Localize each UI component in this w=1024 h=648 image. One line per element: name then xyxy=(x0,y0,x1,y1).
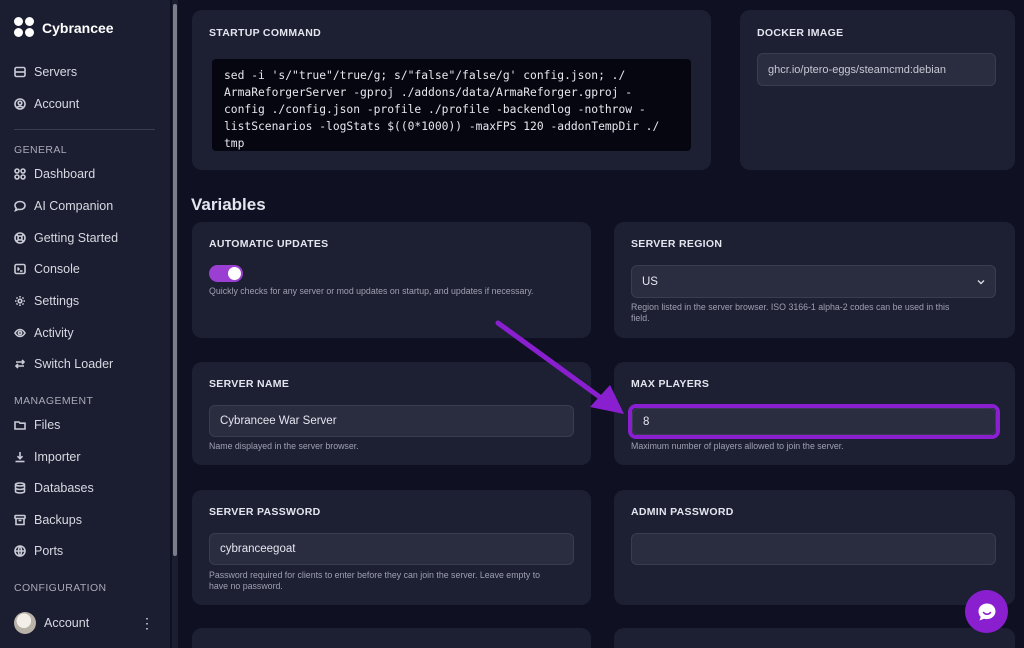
server-region-hint-line1: Region listed in the server browser. ISO… xyxy=(631,302,950,312)
automatic-updates-hint: Quickly checks for any server or mod upd… xyxy=(209,286,534,296)
sidebar-scrollbar[interactable] xyxy=(172,0,178,648)
sidebar-item-ports[interactable]: Ports xyxy=(14,541,63,561)
variables-heading: Variables xyxy=(191,195,266,214)
docker-image-value: ghcr.io/ptero-eggs/steamcmd:debian xyxy=(768,63,946,76)
archive-icon xyxy=(14,514,26,526)
sidebar-item-label: Ports xyxy=(34,544,64,558)
lifebuoy-icon xyxy=(14,232,26,244)
sidebar-item-label: Importer xyxy=(34,450,81,464)
terminal-icon xyxy=(14,263,26,275)
sidebar-item-label: Files xyxy=(34,418,61,432)
server-password-hint-line1: Password required for clients to enter b… xyxy=(209,570,541,580)
sidebar-item-label: Dashboard xyxy=(34,167,96,181)
gear-icon xyxy=(15,296,25,306)
startup-command-code: sed -i 's/"true"/true/g; s/"false"/false… xyxy=(212,59,691,151)
annotation-arrow-icon xyxy=(495,320,624,414)
database-icon xyxy=(14,482,26,494)
automatic-updates-title: AUTOMATIC UPDATES xyxy=(209,238,329,250)
server-password-value: cybranceegoat xyxy=(220,543,296,555)
download-icon xyxy=(15,452,25,463)
server-region-select[interactable]: US xyxy=(631,265,996,298)
scenario-card xyxy=(192,628,591,648)
sidebar-item-files[interactable]: Files xyxy=(14,415,60,435)
sidebar-item-label: Activity xyxy=(34,326,74,340)
more-options-icon[interactable]: ⋮ xyxy=(140,616,154,630)
docker-image-field[interactable]: ghcr.io/ptero-eggs/steamcmd:debian xyxy=(757,53,996,86)
sidebar-item-label: AI Companion xyxy=(34,199,114,213)
sidebar-item-label: Settings xyxy=(34,294,80,308)
sidebar-item-label: Getting Started xyxy=(34,231,119,245)
sidebar-item-label: Switch Loader xyxy=(34,357,114,371)
code-line: listScenarios -logStats $((0*1000)) -max… xyxy=(224,120,660,133)
auto-join-card xyxy=(614,628,1015,648)
avatar xyxy=(14,612,36,634)
server-password-hint-line2: have no password. xyxy=(209,581,283,591)
sidebar-item-label: Backups xyxy=(34,513,82,527)
brand-logo[interactable]: Cybrancee xyxy=(14,17,114,39)
chevron-down-icon xyxy=(977,279,985,284)
brand-name: Cybrancee xyxy=(42,20,114,36)
sidebar-item-databases[interactable]: Databases xyxy=(14,478,94,498)
chat-bubble-icon xyxy=(14,200,26,212)
section-label-configuration: CONFIGURATION xyxy=(14,582,107,594)
code-line: config ./config.json -profile ./profile … xyxy=(224,103,646,116)
dashboard-icon xyxy=(14,168,26,180)
server-icon xyxy=(14,66,26,78)
section-label-management: MANAGEMENT xyxy=(14,395,94,407)
logo-icon xyxy=(14,17,36,39)
max-players-hint: Maximum number of players allowed to joi… xyxy=(631,441,844,451)
sidebar-item-ai-companion[interactable]: AI Companion xyxy=(14,196,113,216)
account-label: Account xyxy=(44,616,90,630)
sidebar-item-servers[interactable]: Servers xyxy=(14,62,77,82)
sidebar-divider xyxy=(14,129,155,130)
startup-command-title: STARTUP COMMAND xyxy=(209,27,322,39)
server-password-input[interactable]: cybranceegoat xyxy=(209,533,574,565)
server-name-hint: Name displayed in the server browser. xyxy=(209,441,359,451)
sidebar-item-activity[interactable]: Activity xyxy=(14,323,74,343)
sidebar-item-getting-started[interactable]: Getting Started xyxy=(14,228,118,248)
switch-arrows-icon xyxy=(14,359,26,369)
server-name-value: Cybrancee War Server xyxy=(220,415,337,427)
account-menu[interactable]: Account xyxy=(14,612,154,634)
server-region-value: US xyxy=(642,275,658,288)
server-region-hint-line2: field. xyxy=(631,313,650,323)
server-name-title: SERVER NAME xyxy=(209,378,290,390)
sidebar-item-settings[interactable]: Settings xyxy=(14,291,79,311)
sidebar-item-importer[interactable]: Importer xyxy=(14,447,81,467)
code-line: sed -i 's/"true"/true/g; s/"false"/false… xyxy=(224,69,626,82)
code-line: tmp xyxy=(224,137,245,150)
account-icon xyxy=(14,98,26,110)
server-region-title: SERVER REGION xyxy=(631,238,723,250)
sidebar-item-account[interactable]: Account xyxy=(14,94,79,114)
sidebar-item-label: Account xyxy=(34,97,80,111)
highlight-box xyxy=(628,404,1000,439)
max-players-title: MAX PLAYERS xyxy=(631,378,710,390)
chat-icon xyxy=(978,603,995,620)
sidebar-item-backups[interactable]: Backups xyxy=(14,510,82,530)
globe-icon xyxy=(14,545,26,557)
eye-icon xyxy=(14,328,26,338)
sidebar-item-dashboard[interactable]: Dashboard xyxy=(14,164,95,184)
section-label-general: GENERAL xyxy=(14,144,67,156)
sidebar-item-label: Servers xyxy=(34,65,78,79)
sidebar-item-label: Databases xyxy=(34,481,94,495)
admin-password-input[interactable] xyxy=(631,533,996,565)
sidebar-item-switch-loader[interactable]: Switch Loader xyxy=(14,354,113,374)
support-chat-button[interactable] xyxy=(965,590,1008,633)
code-line: ArmaReforgerServer -gproj ./addons/data/… xyxy=(224,86,633,99)
admin-password-title: ADMIN PASSWORD xyxy=(631,506,734,518)
files-icon xyxy=(14,421,26,430)
automatic-updates-toggle[interactable] xyxy=(209,265,243,282)
server-password-title: SERVER PASSWORD xyxy=(209,506,321,518)
sidebar-item-console[interactable]: Console xyxy=(14,259,80,279)
sidebar-item-label: Console xyxy=(34,262,80,276)
sidebar: Cybrancee Servers Account GENERAL Dashbo… xyxy=(0,0,170,648)
docker-image-title: DOCKER IMAGE xyxy=(757,27,844,39)
